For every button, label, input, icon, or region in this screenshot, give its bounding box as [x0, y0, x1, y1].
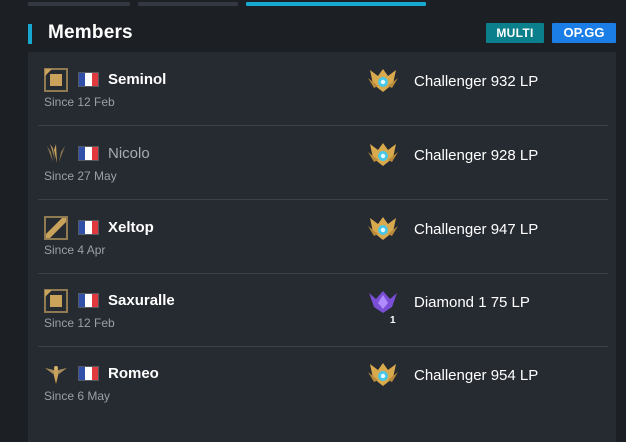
- role-square-icon: [44, 68, 68, 92]
- member-name[interactable]: Romeo: [108, 365, 159, 382]
- role-diagonal-icon: [44, 216, 68, 240]
- member-row[interactable]: Nicolo Since 27 May Challenger 928 LP: [38, 126, 608, 200]
- rank-text: Challenger 928 LP: [414, 147, 539, 164]
- members-header: Members MULTI OP.GG: [28, 20, 626, 48]
- member-since: Since 6 May: [44, 389, 111, 403]
- diamond-icon: [366, 287, 400, 317]
- member-since: Since 4 Apr: [44, 243, 106, 257]
- challenger-icon: [366, 66, 400, 96]
- challenger-icon: [366, 140, 400, 170]
- france-flag-icon: [78, 146, 99, 161]
- tab-bar: [0, 0, 626, 8]
- rank-text: Challenger 947 LP: [414, 221, 539, 238]
- role-claw-icon: [44, 142, 68, 166]
- member-since: Since 27 May: [44, 169, 117, 183]
- members-list: Seminol Since 12 Feb Challenger 932 LP N…: [28, 52, 616, 442]
- member-name[interactable]: Saxuralle: [108, 292, 175, 309]
- opgg-button[interactable]: OP.GG: [552, 23, 616, 43]
- tab-2[interactable]: [138, 2, 238, 6]
- member-since: Since 12 Feb: [44, 95, 115, 109]
- tab-active[interactable]: [246, 2, 426, 6]
- team-members-view: Members MULTI OP.GG Seminol Since 12 Feb: [0, 0, 626, 442]
- france-flag-icon: [78, 366, 99, 381]
- challenger-icon: [366, 214, 400, 244]
- role-square-icon: [44, 289, 68, 313]
- member-row[interactable]: Xeltop Since 4 Apr Challenger 947 LP: [38, 200, 608, 274]
- member-row[interactable]: Saxuralle Since 12 Feb 1 Diamond 1 75 LP: [38, 273, 608, 347]
- member-since: Since 12 Feb: [44, 316, 115, 330]
- member-row[interactable]: Romeo Since 6 May Challenger 954 LP: [38, 346, 608, 420]
- role-support-icon: [44, 362, 68, 386]
- section-title: Members: [48, 22, 133, 43]
- france-flag-icon: [78, 293, 99, 308]
- rank-text: Diamond 1 75 LP: [414, 294, 530, 311]
- challenger-icon: [366, 360, 400, 390]
- member-name[interactable]: Xeltop: [108, 219, 154, 236]
- france-flag-icon: [78, 220, 99, 235]
- member-name[interactable]: Seminol: [108, 71, 166, 88]
- rank-text: Challenger 932 LP: [414, 73, 539, 90]
- multi-button[interactable]: MULTI: [486, 23, 544, 43]
- france-flag-icon: [78, 72, 99, 87]
- rank-text: Challenger 954 LP: [414, 367, 539, 384]
- member-row[interactable]: Seminol Since 12 Feb Challenger 932 LP: [38, 52, 608, 126]
- rank-division: 1: [390, 315, 396, 326]
- tab-1[interactable]: [28, 2, 130, 6]
- member-name[interactable]: Nicolo: [108, 145, 150, 162]
- header-accent-bar: [28, 24, 32, 44]
